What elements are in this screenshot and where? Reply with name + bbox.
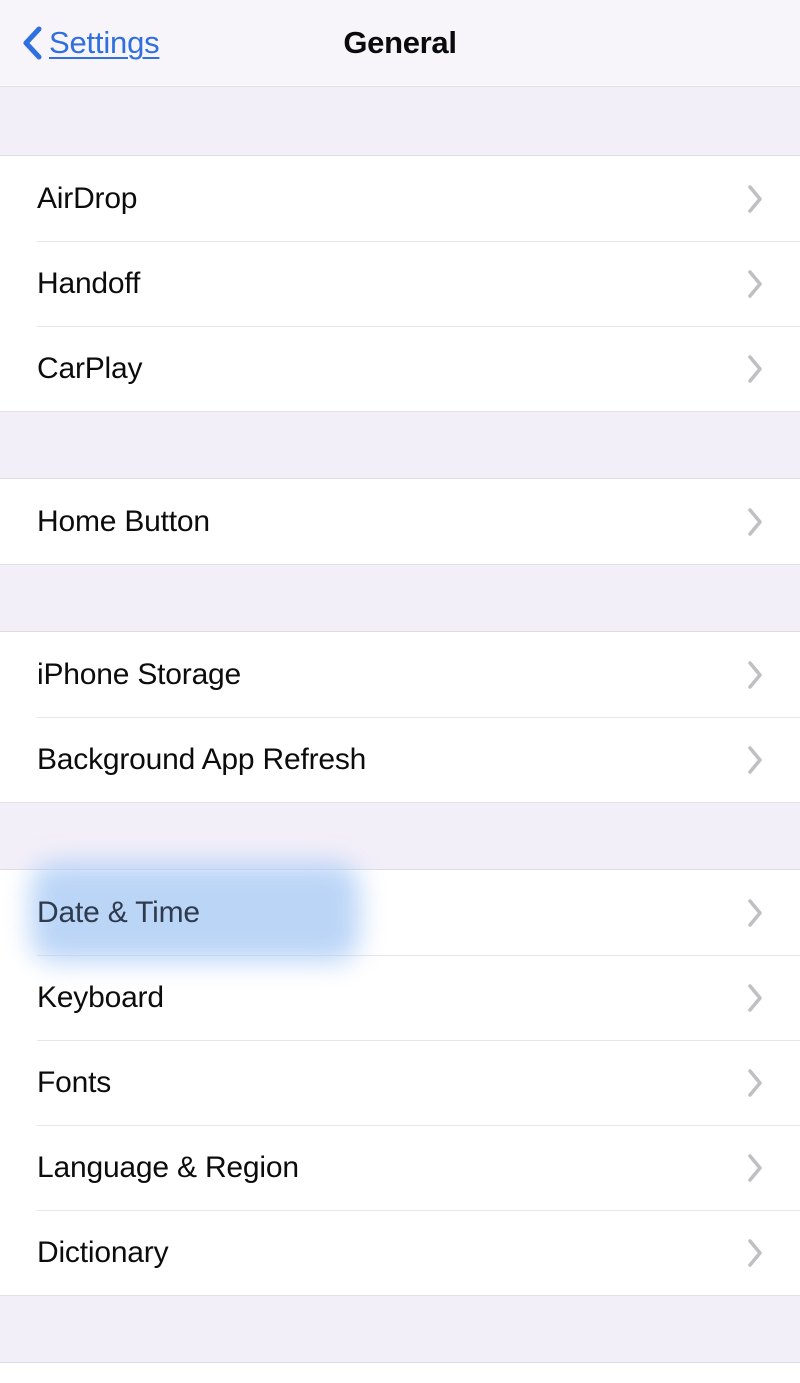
chevron-right-icon: [748, 1238, 762, 1267]
chevron-right-icon: [748, 1153, 762, 1182]
group-gap-3: [0, 802, 800, 870]
chevron-right-icon: [748, 745, 762, 774]
chevron-right-icon: [748, 660, 762, 689]
settings-row-language-and-region[interactable]: Language & Region: [0, 1125, 800, 1210]
row-label: Date & Time: [37, 895, 200, 929]
group-connectivity: AirDrop Handoff CarPlay: [0, 156, 800, 411]
group-gap-top: [0, 86, 800, 156]
group-localization: Date & Time Keyboard Fonts Language & Re…: [0, 862, 800, 1295]
row-label: iPhone Storage: [37, 657, 242, 691]
row-label: Language & Region: [37, 1150, 299, 1184]
chevron-right-icon: [748, 354, 762, 383]
page-title: General: [343, 24, 457, 60]
group-storage: iPhone Storage Background App Refresh: [0, 632, 800, 802]
group-gap-bottom: [0, 1295, 800, 1363]
group-home-button: Home Button: [0, 479, 800, 564]
settings-row-handoff[interactable]: Handoff: [0, 241, 800, 326]
settings-row-carplay[interactable]: CarPlay: [0, 326, 800, 411]
row-label: Handoff: [37, 266, 141, 300]
row-label: Background App Refresh: [37, 742, 367, 776]
row-label: CarPlay: [37, 351, 143, 385]
settings-general-screen: Settings General AirDrop Handoff CarPlay: [0, 0, 800, 1383]
row-label: Keyboard: [37, 980, 164, 1014]
row-label: Fonts: [37, 1065, 112, 1099]
settings-row-dictionary[interactable]: Dictionary: [0, 1210, 800, 1295]
chevron-right-icon: [748, 1068, 762, 1097]
row-label: Dictionary: [37, 1235, 169, 1269]
row-label: AirDrop: [37, 181, 138, 215]
chevron-right-icon: [748, 269, 762, 298]
settings-list: AirDrop Handoff CarPlay Home Button iPho…: [0, 86, 800, 1363]
navigation-bar: Settings General: [0, 0, 800, 89]
settings-row-date-and-time[interactable]: Date & Time: [0, 862, 800, 962]
settings-row-keyboard[interactable]: Keyboard: [0, 955, 800, 1040]
chevron-right-icon: [748, 983, 762, 1012]
settings-row-airdrop[interactable]: AirDrop: [0, 156, 800, 241]
chevron-right-icon: [748, 507, 762, 536]
settings-row-iphone-storage[interactable]: iPhone Storage: [0, 632, 800, 717]
settings-row-fonts[interactable]: Fonts: [0, 1040, 800, 1125]
settings-row-background-app-refresh[interactable]: Background App Refresh: [0, 717, 800, 802]
group-gap-2: [0, 564, 800, 632]
group-gap-1: [0, 411, 800, 479]
chevron-right-icon: [748, 184, 762, 213]
row-label: Home Button: [37, 504, 210, 538]
chevron-right-icon: [748, 898, 762, 927]
settings-row-home-button[interactable]: Home Button: [0, 479, 800, 564]
